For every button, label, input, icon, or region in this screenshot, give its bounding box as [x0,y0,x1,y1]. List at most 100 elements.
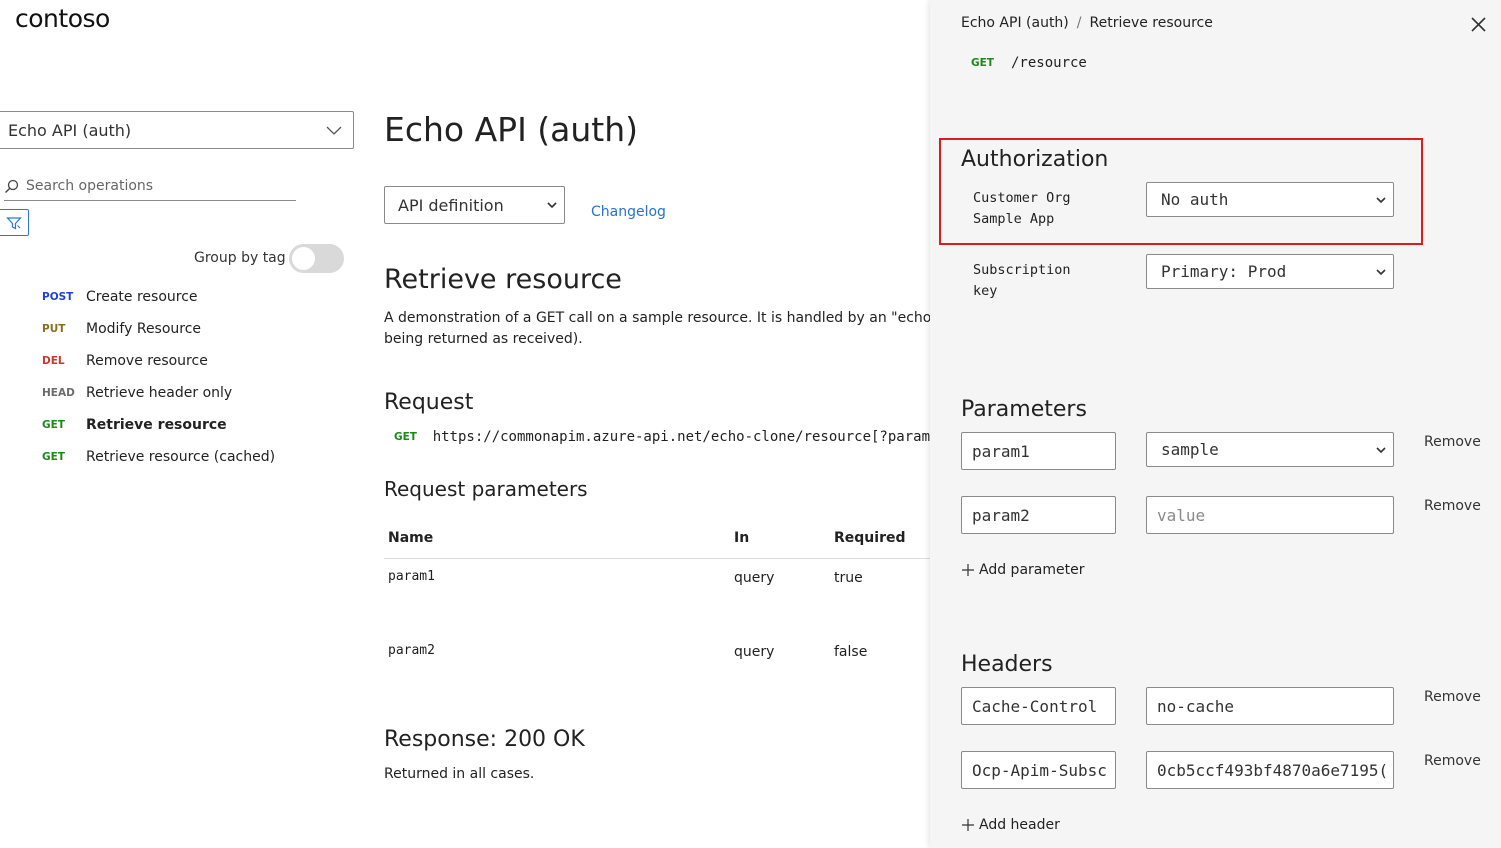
subscription-key-label: Subscription key [973,260,1071,302]
param-name-input[interactable]: param1 [961,432,1116,470]
verb-badge: HEAD [42,387,75,399]
chevron-down-icon [326,126,342,135]
label-line: key [973,283,998,299]
route-path: /resource [1011,55,1087,71]
operation-description: A demonstration of a GET call on a sampl… [384,308,930,350]
authorization-select[interactable]: No auth [1146,182,1394,217]
request-url: https://commonapim.azure-api.net/echo-cl… [432,429,930,445]
contoso-logo[interactable]: contoso [15,4,110,33]
add-header-label: Add header [979,817,1060,833]
verb-badge: GET [42,451,65,463]
api-definition-value: API definition [398,195,504,215]
operation-name: Remove resource [86,353,208,369]
response-description: Returned in all cases. [384,766,535,782]
header-value-input[interactable]: 0cb5ccf493bf4870a6e7195( [1146,751,1394,789]
operation-name: Modify Resource [86,321,202,337]
cell-name: param1 [388,569,435,584]
subscription-key-select[interactable]: Primary: Prod [1146,254,1394,289]
verb-badge: GET [394,431,417,443]
headers-heading: Headers [961,652,1053,677]
breadcrumb-operation: Retrieve resource [1089,15,1213,31]
param-value-select[interactable]: sample [1146,432,1394,467]
request-heading: Request [384,390,474,415]
operation-item-modify-resource[interactable]: PUT Modify Resource [42,313,275,345]
description-line-2: being returned as received). [384,331,583,347]
verb-badge: DEL [42,355,65,367]
cell-required: false [834,644,868,660]
route-line: GET /resource [971,55,1087,71]
cell-in: query [734,644,775,660]
verb-badge: GET [42,419,65,431]
operation-item-create-resource[interactable]: POST Create resource [42,281,275,313]
close-icon[interactable] [1470,16,1487,33]
table-row: param2 query false [384,633,930,707]
label-line: Sample App [973,211,1055,227]
filter-icon [5,216,22,229]
operation-item-retrieve-resource[interactable]: GET Retrieve resource [42,409,275,441]
cell-name: param2 [388,643,435,658]
search-placeholder: Search operations [26,178,154,194]
column-header-in: In [734,530,750,546]
search-operations-input[interactable]: Search operations [4,172,296,201]
search-icon [5,179,19,193]
header-value-input[interactable]: no-cache [1146,687,1394,725]
subscription-key-value: Primary: Prod [1161,262,1287,281]
remove-parameter-button[interactable]: Remove [1424,498,1481,514]
breadcrumb-separator: / [1076,15,1082,31]
operation-name: Retrieve resource [86,417,227,433]
try-it-panel: Echo API (auth) / Retrieve resource GET /r… [930,0,1501,848]
request-parameters-heading: Request parameters [384,477,588,501]
operation-item-retrieve-header-only[interactable]: HEAD Retrieve header only [42,377,275,409]
header-name-input[interactable]: Cache-Control [961,687,1116,725]
verb-badge: GET [971,57,994,69]
param-name-input[interactable]: param2 [961,496,1116,534]
api-selector-dropdown[interactable]: Echo API (auth) [0,111,354,149]
operation-name: Retrieve resource (cached) [86,449,276,465]
operation-name: Create resource [86,289,198,305]
remove-parameter-button[interactable]: Remove [1424,434,1481,450]
parameters-heading: Parameters [961,397,1087,422]
filter-button[interactable] [0,209,29,236]
operation-item-remove-resource[interactable]: DEL Remove resource [42,345,275,377]
operation-item-retrieve-resource-cached[interactable]: GET Retrieve resource (cached) [42,441,275,473]
verb-badge: POST [42,291,74,303]
response-heading: Response: 200 OK [384,727,585,752]
group-by-tag-label: Group by tag [194,250,286,266]
add-parameter-label: Add parameter [979,562,1085,578]
description-line-1: A demonstration of a GET call on a sampl… [384,310,930,326]
request-url-line: GET https://commonapim.azure-api.net/ech… [394,427,930,447]
cell-required: true [834,570,863,586]
column-header-name: Name [388,530,434,546]
table-row: param1 query true [384,559,930,633]
page-title: Echo API (auth) [384,110,639,149]
add-header-button[interactable]: Add header [961,817,1060,833]
toggle-knob [292,247,315,270]
chevron-down-icon [1376,197,1386,204]
table-header: Name In Required [384,530,930,559]
group-by-tag-toggle[interactable] [289,244,344,273]
column-header-required: Required [834,530,906,546]
add-parameter-button[interactable]: Add parameter [961,562,1084,578]
authorization-app-label: Customer Org Sample App [973,188,1071,230]
chevron-down-icon [547,202,557,209]
changelog-link[interactable]: Changelog [591,204,666,220]
api-definition-dropdown[interactable]: API definition [384,186,565,224]
cell-in: query [734,570,775,586]
param-value-input[interactable]: value [1146,496,1394,534]
remove-header-button[interactable]: Remove [1424,753,1481,769]
operations-list: POST Create resource PUT Modify Resource… [42,281,275,473]
parameters-table: Name In Required param1 query true param… [384,530,930,707]
authorization-select-value: No auth [1161,190,1229,209]
label-line: Subscription [973,262,1071,278]
remove-header-button[interactable]: Remove [1424,689,1481,705]
plus-icon [962,564,974,576]
header-name-input[interactable]: Ocp-Apim-Subsc [961,751,1116,789]
chevron-down-icon [1376,269,1386,276]
param-value: sample [1161,440,1219,459]
chevron-down-icon [1376,447,1386,454]
operation-name: Retrieve header only [86,385,233,401]
plus-icon [962,819,974,831]
breadcrumb-api[interactable]: Echo API (auth) [961,15,1069,31]
breadcrumb: Echo API (auth) / Retrieve resource [961,15,1213,31]
operation-title: Retrieve resource [384,264,622,295]
